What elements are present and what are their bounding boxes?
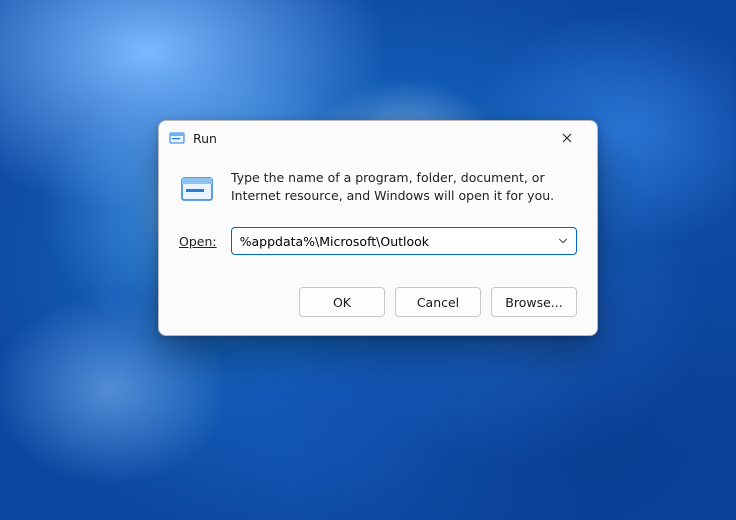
open-label: Open: xyxy=(179,234,217,249)
dialog-body: Type the name of a program, folder, docu… xyxy=(159,155,597,215)
button-row: OK Cancel Browse... xyxy=(159,261,597,335)
dropdown-toggle[interactable] xyxy=(555,233,571,249)
ok-button[interactable]: OK xyxy=(299,287,385,317)
cancel-button[interactable]: Cancel xyxy=(395,287,481,317)
browse-button[interactable]: Browse... xyxy=(491,287,577,317)
close-icon xyxy=(562,133,572,143)
titlebar: Run xyxy=(159,121,597,155)
run-dialog: Run Type the name of a program, folder, … xyxy=(158,120,598,336)
run-dialog-icon xyxy=(169,130,185,146)
run-large-icon xyxy=(179,171,215,207)
open-row: Open: xyxy=(159,215,597,261)
dialog-description: Type the name of a program, folder, docu… xyxy=(231,169,577,207)
close-button[interactable] xyxy=(545,123,589,153)
open-input[interactable] xyxy=(231,227,577,255)
window-title: Run xyxy=(193,131,545,146)
open-combobox[interactable] xyxy=(231,227,577,255)
chevron-down-icon xyxy=(558,236,568,246)
